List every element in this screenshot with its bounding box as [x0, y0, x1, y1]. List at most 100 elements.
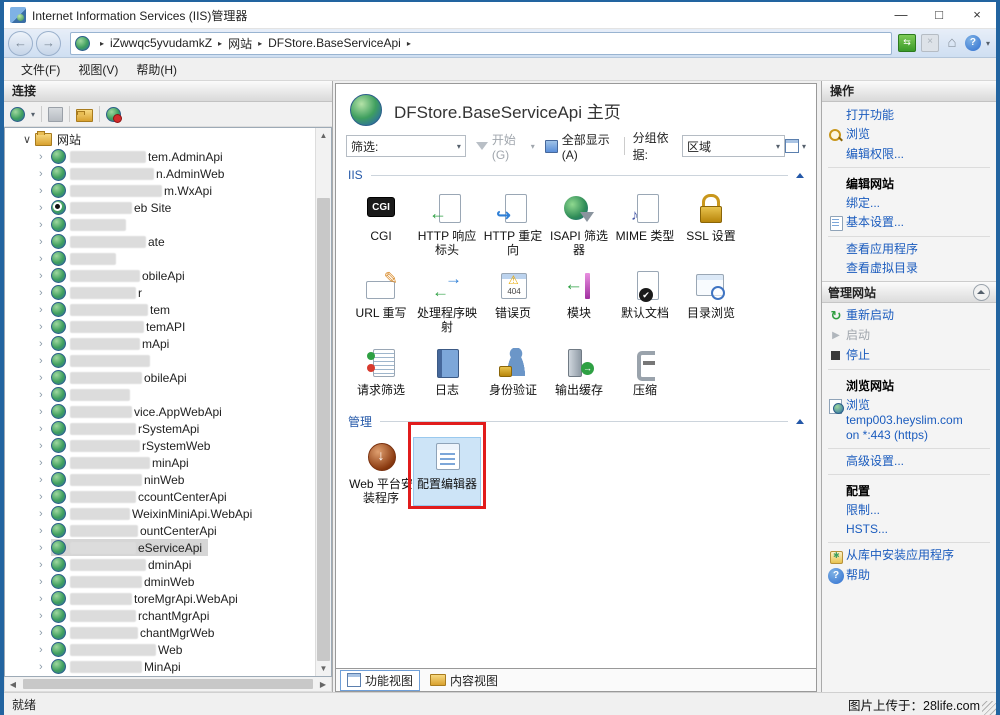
expand-icon[interactable]: › — [39, 185, 51, 197]
expand-icon[interactable]: › — [39, 508, 51, 520]
resize-grip[interactable] — [982, 701, 996, 715]
help-icon[interactable]: ? — [965, 35, 981, 51]
expand-icon[interactable]: › — [39, 389, 51, 401]
stop-site-icon[interactable]: × — [921, 34, 939, 52]
back-button[interactable]: ← — [8, 31, 33, 56]
action-link[interactable]: 绑定... — [822, 194, 996, 213]
tree-item[interactable]: ›mApi — [5, 335, 315, 352]
feature-ssl-settings[interactable]: SSL 设置 — [678, 190, 744, 257]
feature-cgi[interactable]: CGI — [348, 190, 414, 257]
tree-item[interactable]: ›toreMgrApi.WebApi — [5, 590, 315, 607]
feature-request-filtering[interactable]: 请求筛选 — [348, 344, 414, 397]
feature-error-pages[interactable]: 错误页 — [480, 267, 546, 334]
breadcrumb-segment[interactable]: iZwwqc5yvudamkZ — [110, 36, 212, 50]
tree-item[interactable]: ›rSystemApi — [5, 420, 315, 437]
action-link[interactable]: 打开功能 — [822, 106, 996, 125]
expand-icon[interactable]: › — [39, 440, 51, 452]
tree-item[interactable]: ›ate — [5, 233, 315, 250]
action-link[interactable]: 查看应用程序 — [822, 240, 996, 259]
tree-item[interactable]: ›ccountCenterApi — [5, 488, 315, 505]
tree-item[interactable]: ›obileApi — [5, 267, 315, 284]
menu-item[interactable]: 视图(V) — [69, 61, 127, 78]
tree-item[interactable]: ›tem — [5, 301, 315, 318]
tree-item[interactable]: › — [5, 386, 315, 403]
feature-http-response-headers[interactable]: HTTP 响应标头 — [414, 190, 480, 257]
menu-item[interactable]: 文件(F) — [12, 61, 69, 78]
tree-item[interactable]: ›rSystemWeb — [5, 437, 315, 454]
expand-icon[interactable]: › — [39, 253, 51, 265]
scroll-thumb[interactable] — [317, 198, 330, 661]
scroll-up-icon[interactable]: ▲ — [316, 128, 331, 143]
connect-to-server-icon[interactable] — [10, 107, 25, 122]
save-connections-icon[interactable] — [48, 107, 63, 122]
expand-icon[interactable]: › — [39, 270, 51, 282]
tree-item[interactable]: ›rchantMgrApi — [5, 607, 315, 624]
show-all-button[interactable]: 全部显示(A) — [562, 131, 616, 162]
restart-site-icon[interactable]: ⇆ — [898, 34, 916, 52]
action-link[interactable]: 编辑权限... — [822, 145, 996, 164]
close-button[interactable]: × — [958, 2, 996, 28]
tree-item[interactable]: › — [5, 352, 315, 369]
expand-icon[interactable]: › — [39, 593, 51, 605]
scroll-left-icon[interactable]: ◀ — [5, 680, 21, 689]
expand-icon[interactable]: › — [39, 576, 51, 588]
expand-icon[interactable]: › — [39, 627, 51, 639]
expand-icon[interactable]: › — [39, 236, 51, 248]
feature-modules[interactable]: 模块 — [546, 267, 612, 334]
expand-icon[interactable]: › — [39, 406, 51, 418]
maximize-button[interactable]: □ — [920, 2, 958, 28]
action-link[interactable]: 查看虚拟目录 — [822, 259, 996, 278]
tree-item[interactable]: ›WeixinMiniApi.WebApi — [5, 505, 315, 522]
action-link[interactable]: 从库中安装应用程序 — [822, 546, 996, 566]
remove-connection-icon[interactable] — [106, 107, 121, 122]
tree-item-sites-root[interactable]: ∨ 网站 — [5, 131, 315, 148]
tree-item[interactable]: ›ountCenterApi — [5, 522, 315, 539]
expand-icon[interactable]: › — [39, 355, 51, 367]
expand-icon[interactable]: › — [39, 219, 51, 231]
tree-item[interactable]: ›n.AdminWeb — [5, 165, 315, 182]
expand-icon[interactable]: › — [39, 542, 51, 554]
tree-item[interactable]: ›minApi — [5, 454, 315, 471]
help-dropdown-icon[interactable]: ▾ — [986, 39, 990, 48]
feature-handler-mappings[interactable]: 处理程序映射 — [414, 267, 480, 334]
tree-item[interactable]: ›obileApi — [5, 369, 315, 386]
menu-item[interactable]: 帮助(H) — [127, 61, 186, 78]
connect-dropdown-icon[interactable]: ▾ — [31, 110, 35, 119]
tree-item[interactable]: ›tem.AdminApi — [5, 148, 315, 165]
tree-item[interactable]: ›ninWeb — [5, 471, 315, 488]
expand-icon[interactable]: › — [39, 202, 51, 214]
tree-horizontal-scrollbar[interactable]: ◀ ▶ — [4, 677, 332, 692]
action-link[interactable]: ▶启动 — [822, 326, 996, 346]
tab-features-view[interactable]: 功能视图 — [340, 670, 420, 691]
action-link[interactable]: 浏览 — [822, 125, 996, 145]
expand-icon[interactable]: › — [39, 525, 51, 537]
action-link[interactable]: ?帮助 — [822, 566, 996, 586]
up-folder-icon[interactable] — [76, 109, 93, 122]
tree-item[interactable]: ›eServiceApi — [5, 539, 315, 556]
tree-item[interactable]: ›eb Site — [5, 199, 315, 216]
view-selector[interactable]: ▾ — [785, 139, 806, 153]
action-link[interactable]: HSTS... — [822, 520, 996, 539]
expand-icon[interactable]: › — [39, 474, 51, 486]
feature-url-rewrite[interactable]: URL 重写 — [348, 267, 414, 334]
filter-combo[interactable]: 筛选: ▾ — [346, 135, 466, 157]
action-link[interactable]: 停止 — [822, 346, 996, 366]
minimize-button[interactable]: — — [882, 2, 920, 28]
tree-item[interactable]: ›MinApi — [5, 658, 315, 675]
expand-icon[interactable]: › — [39, 491, 51, 503]
tree-item[interactable]: ›dminWeb — [5, 573, 315, 590]
feature-authentication[interactable]: 身份验证 — [480, 344, 546, 397]
scroll-thumb[interactable] — [23, 679, 313, 689]
chevron-down-icon[interactable]: ▾ — [451, 142, 461, 151]
collapse-group-icon[interactable] — [796, 173, 804, 178]
feature-directory-browsing[interactable]: 目录浏览 — [678, 267, 744, 334]
tree-item[interactable]: › — [5, 250, 315, 267]
feature-mime-types[interactable]: MIME 类型 — [612, 190, 678, 257]
tree-item[interactable]: ›dminApi — [5, 556, 315, 573]
collapse-section-button[interactable] — [973, 284, 990, 301]
expand-icon[interactable]: › — [39, 287, 51, 299]
expand-icon[interactable]: › — [39, 338, 51, 350]
tree-item[interactable]: ›r — [5, 284, 315, 301]
view-mode-icon[interactable] — [785, 139, 799, 153]
feature-http-redirect[interactable]: HTTP 重定向 — [480, 190, 546, 257]
